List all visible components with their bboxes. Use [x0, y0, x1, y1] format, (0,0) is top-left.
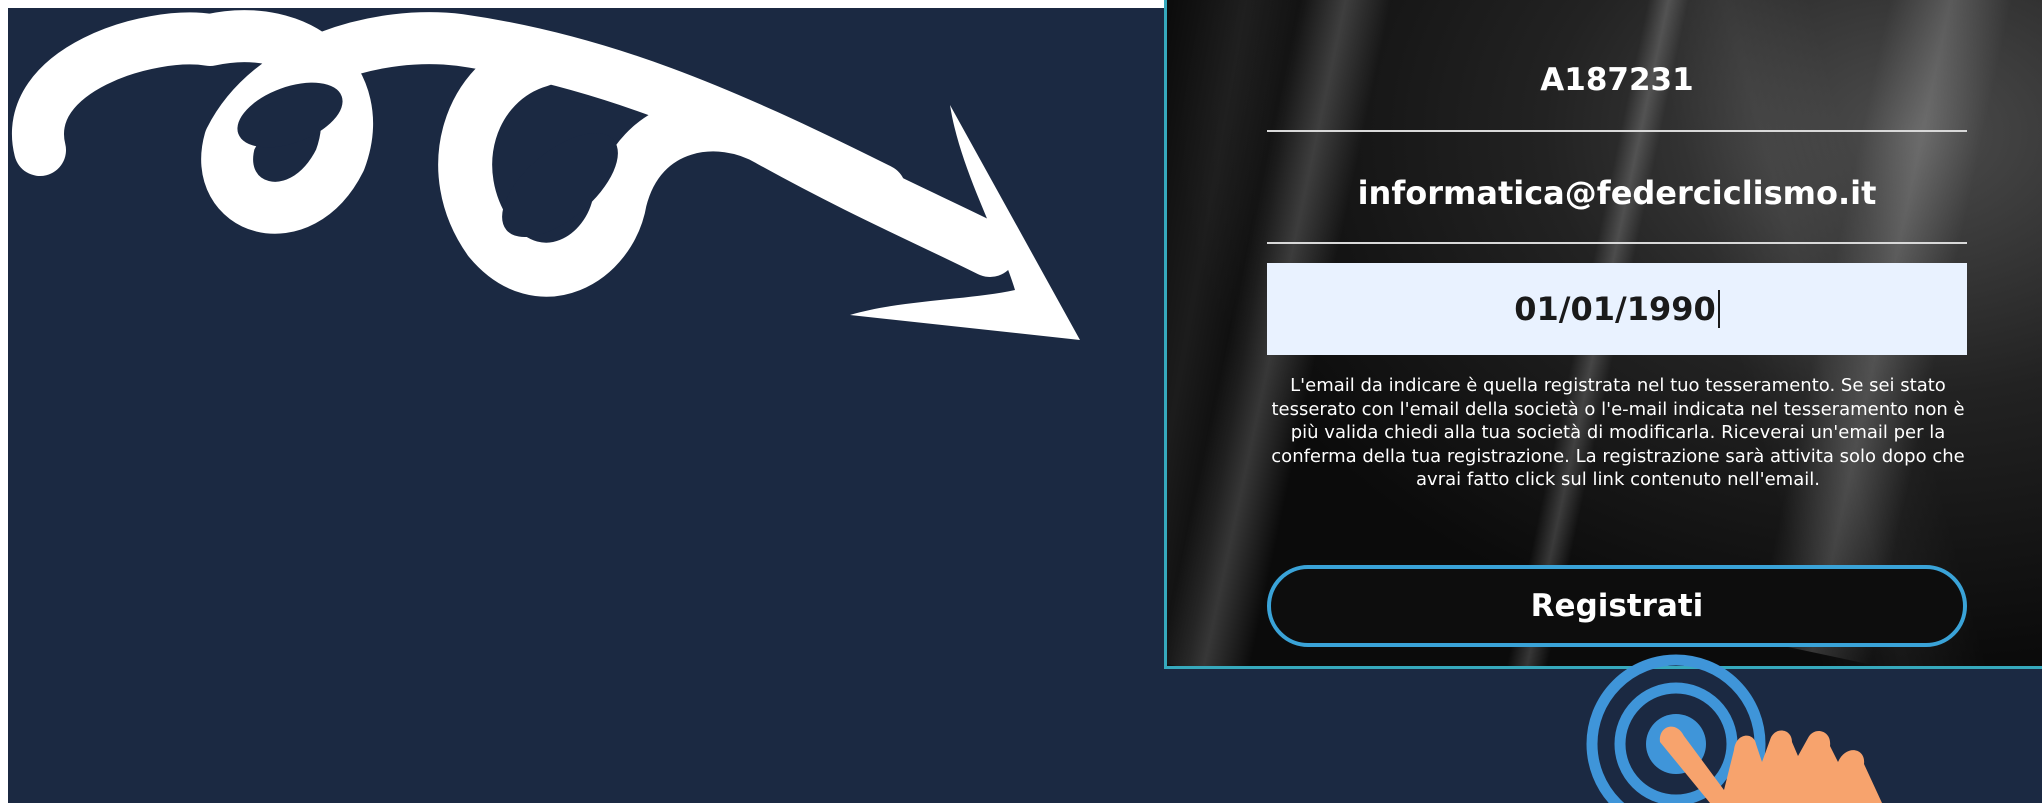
field-divider [1267, 242, 1967, 244]
register-button-label: Registrati [1530, 588, 1704, 624]
field-divider [1267, 130, 1967, 132]
registration-info-text: L'email da indicare è quella registrata … [1271, 375, 1965, 490]
birth-date-input[interactable]: 01/01/1990 [1267, 263, 1967, 355]
tap-hand-icon [1586, 654, 1882, 803]
curly-arrow-icon [12, 10, 1080, 340]
register-button[interactable]: Registrati [1267, 565, 1967, 647]
text-caret [1717, 290, 1720, 328]
member-code-field[interactable]: A187231 [1267, 62, 1967, 98]
birth-date-value: 01/01/1990 [1514, 290, 1716, 328]
registration-panel: A187231 informatica@federciclismo.it 01/… [1164, 0, 2042, 669]
email-field[interactable]: informatica@federciclismo.it [1267, 174, 1967, 212]
